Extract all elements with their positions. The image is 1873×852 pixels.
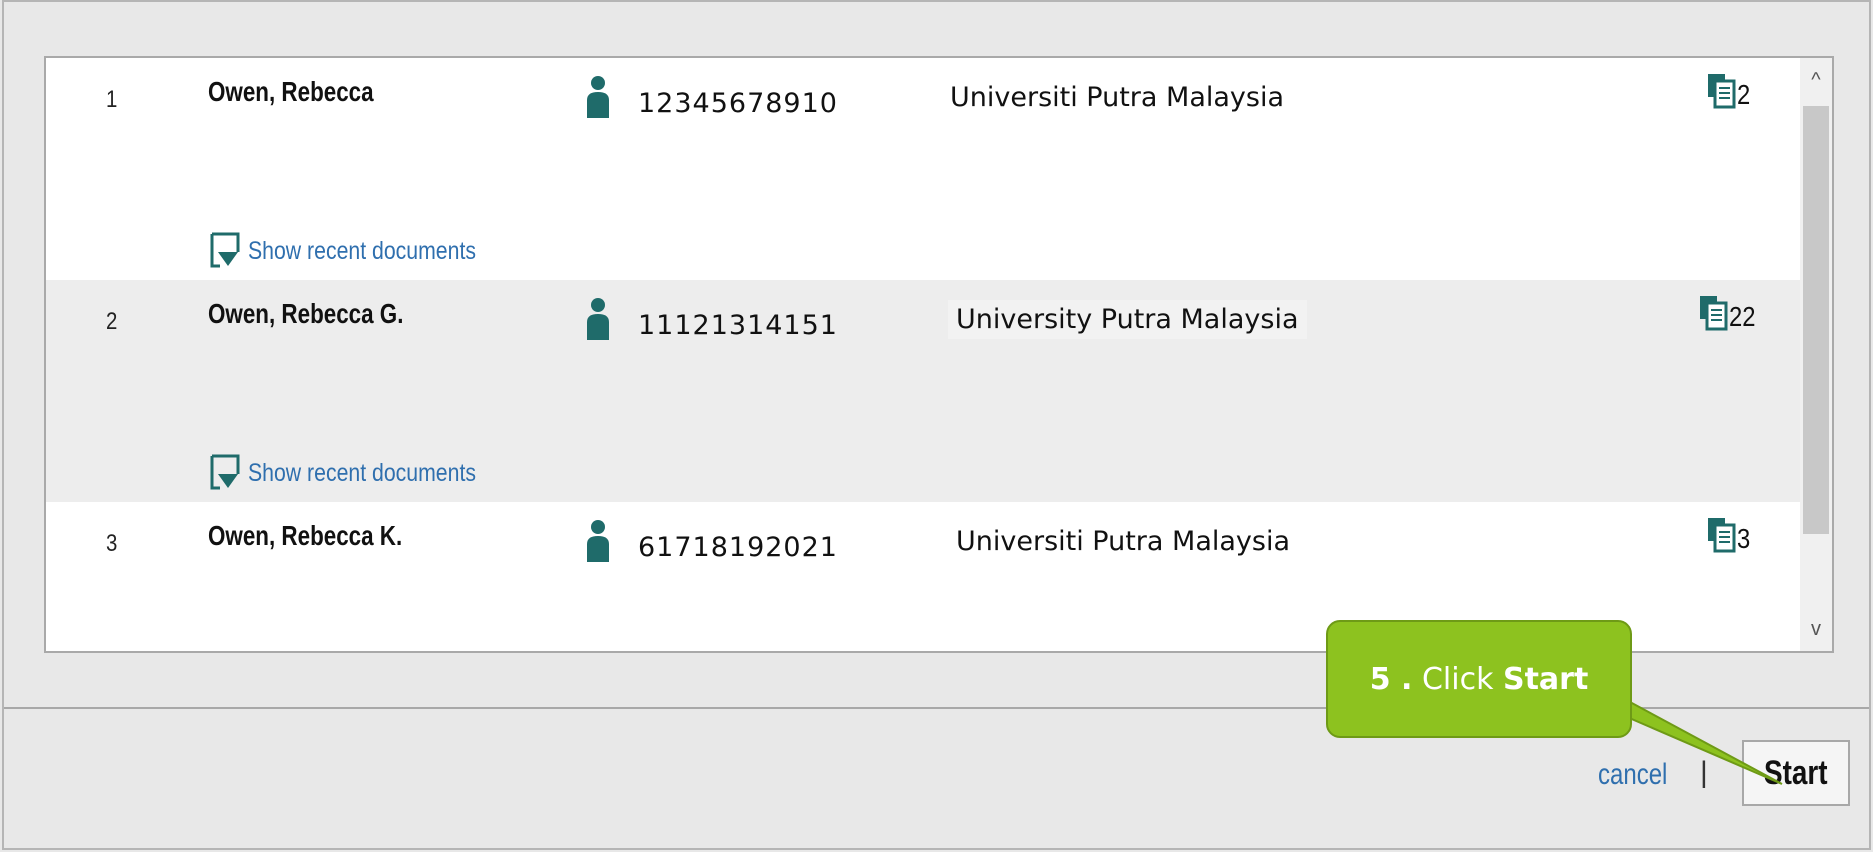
person-icon [587, 298, 609, 340]
show-recent-icon [210, 454, 240, 490]
show-recent-documents-label: Show recent documents [248, 458, 476, 487]
callout-action: Click [1421, 661, 1494, 697]
author-row-1[interactable]: 1 Owen, Rebecca 12345678910 Universiti P… [46, 58, 1800, 280]
vertical-scrollbar[interactable]: ^ v [1800, 58, 1832, 651]
person-icon [587, 520, 609, 562]
callout-step: 5 . [1369, 661, 1413, 697]
show-recent-icon [210, 232, 240, 268]
document-count-value: 2 [1737, 79, 1751, 110]
author-name: Owen, Rebecca G. [208, 298, 404, 329]
author-id: 11121314151 [638, 310, 838, 341]
document-count[interactable]: 22 [1698, 294, 1760, 332]
instruction-callout: 5 . Click Start [1326, 620, 1632, 738]
author-name: Owen, Rebecca [208, 76, 374, 107]
author-affiliation: University Putra Malaysia [948, 300, 1307, 339]
documents-icon [1708, 74, 1736, 109]
callout-target: Start [1502, 661, 1589, 697]
author-results-list: 1 Owen, Rebecca 12345678910 Universiti P… [44, 56, 1834, 653]
show-recent-documents-link[interactable]: Show recent documents [210, 232, 516, 270]
show-recent-documents-label: Show recent documents [248, 236, 476, 265]
scroll-down-button[interactable]: v [1800, 607, 1832, 651]
person-icon [587, 76, 609, 118]
row-index: 3 [106, 530, 118, 557]
scroll-thumb[interactable] [1803, 106, 1829, 534]
author-rows: 1 Owen, Rebecca 12345678910 Universiti P… [46, 58, 1800, 651]
document-count-value: 22 [1729, 301, 1756, 332]
author-id: 61718192021 [638, 532, 838, 563]
row-index: 1 [106, 86, 118, 113]
author-affiliation: Universiti Putra Malaysia [950, 82, 1285, 113]
author-row-2[interactable]: 2 Owen, Rebecca G. 11121314151 Universit… [46, 280, 1800, 502]
author-name: Owen, Rebecca K. [208, 520, 403, 551]
author-id: 12345678910 [638, 88, 838, 119]
show-recent-documents-link[interactable]: Show recent documents [210, 454, 516, 492]
document-count-value: 3 [1737, 523, 1751, 554]
documents-icon [1708, 518, 1736, 553]
scroll-up-button[interactable]: ^ [1800, 58, 1832, 102]
author-affiliation: Universiti Putra Malaysia [956, 526, 1291, 557]
document-count[interactable]: 2 [1706, 72, 1753, 110]
row-index: 2 [106, 308, 118, 335]
document-count[interactable]: 3 [1706, 516, 1753, 554]
documents-icon [1700, 296, 1728, 331]
